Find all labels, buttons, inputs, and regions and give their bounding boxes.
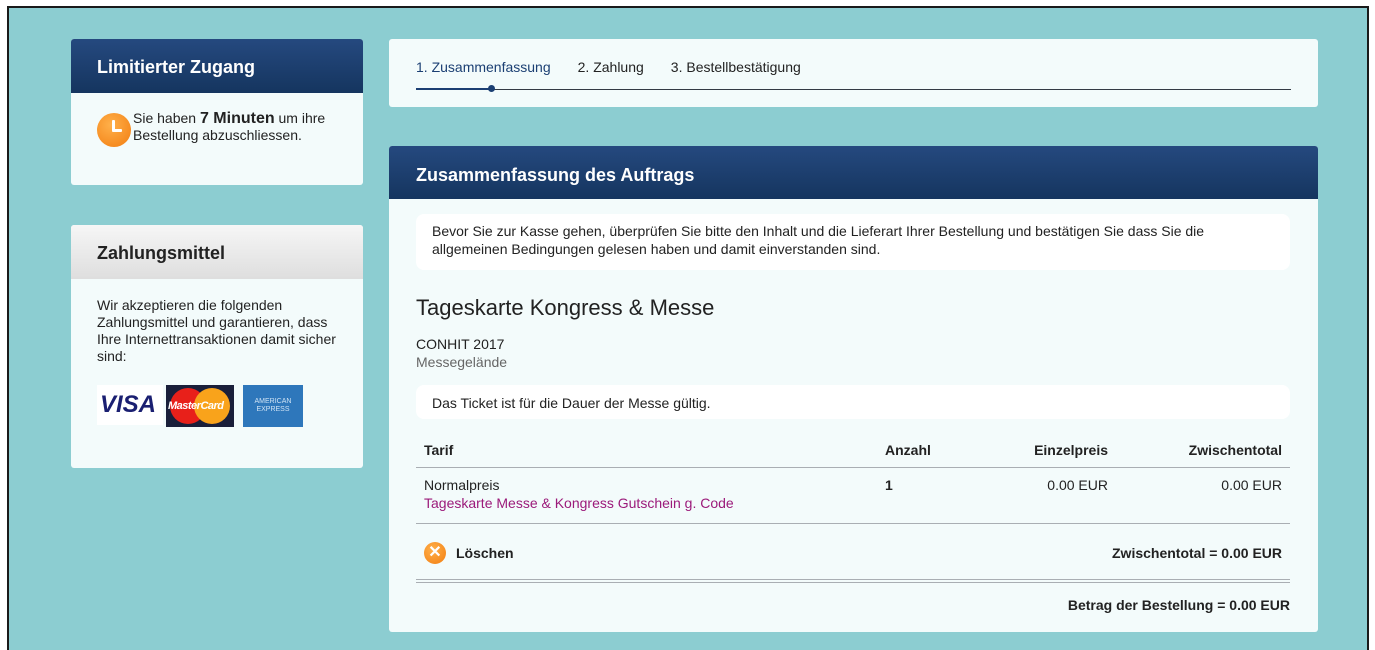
mastercard-logo: MasterCard bbox=[166, 385, 234, 427]
row-zwischentotal: 0.00 EUR bbox=[1221, 477, 1282, 493]
row-coupon: Tageskarte Messe & Kongress Gutschein g.… bbox=[424, 495, 734, 511]
event-name: CONHIT 2017 bbox=[416, 336, 505, 352]
payment-methods-body: Wir akzeptieren die folgenden Zahlungsmi… bbox=[71, 279, 363, 427]
row-tarif: Normalpreis bbox=[424, 477, 500, 493]
steps-active-line bbox=[416, 88, 492, 90]
validity-note: Das Ticket ist für die Dauer der Messe g… bbox=[416, 385, 1290, 419]
venue-name: Messegelände bbox=[416, 354, 508, 370]
table-divider bbox=[416, 467, 1290, 468]
steps-progress-line bbox=[416, 89, 1291, 90]
header-anzahl: Anzahl bbox=[885, 442, 931, 458]
header-einzelpreis: Einzelpreis bbox=[1034, 442, 1108, 458]
step-confirmation: 3. Bestellbestätigung bbox=[670, 59, 801, 75]
delete-button[interactable]: Löschen bbox=[456, 545, 514, 561]
header-tarif: Tarif bbox=[424, 442, 454, 458]
order-summary-panel: Zusammenfassung des Auftrags Bevor Sie z… bbox=[389, 146, 1318, 632]
total-divider bbox=[416, 579, 1290, 583]
time-remaining: 7 Minuten bbox=[199, 110, 275, 127]
amex-logo: AMERICAN EXPRESS bbox=[243, 385, 303, 427]
row-einzelpreis: 0.00 EUR bbox=[1047, 477, 1108, 493]
payment-methods-title: Zahlungsmittel bbox=[71, 225, 363, 279]
order-summary-title: Zusammenfassung des Auftrags bbox=[389, 146, 1318, 199]
step-payment: 2. Zahlung bbox=[577, 59, 644, 75]
payment-methods-panel: Zahlungsmittel Wir akzeptieren die folge… bbox=[71, 225, 363, 468]
order-total: Betrag der Bestellung = 0.00 EUR bbox=[1067, 597, 1290, 613]
checkout-steps: 1. Zusammenfassung 2. Zahlung 3. Bestell… bbox=[389, 39, 1318, 107]
step-summary[interactable]: 1. Zusammenfassung bbox=[416, 59, 551, 75]
time-text-before: Sie haben bbox=[133, 110, 200, 126]
table-divider bbox=[416, 523, 1290, 524]
limited-access-title: Limitierter Zugang bbox=[71, 39, 363, 93]
visa-logo: VISA bbox=[97, 385, 163, 425]
limited-access-body: Sie haben 7 Minuten um ihre Bestellung a… bbox=[71, 93, 363, 147]
close-icon[interactable]: ✕ bbox=[424, 542, 446, 564]
limited-access-panel: Limitierter Zugang Sie haben 7 Minuten u… bbox=[71, 39, 363, 185]
ticket-title: Tageskarte Kongress & Messe bbox=[416, 295, 715, 320]
steps-progress-dot bbox=[488, 85, 495, 92]
subtotal-text: Zwischentotal = 0.00 EUR bbox=[1112, 545, 1282, 561]
header-zwischentotal: Zwischentotal bbox=[1188, 442, 1282, 458]
row-anzahl: 1 bbox=[885, 477, 893, 493]
intro-note: Bevor Sie zur Kasse gehen, überprüfen Si… bbox=[416, 214, 1290, 270]
card-logos: VISA MasterCard AMERICAN EXPRESS bbox=[97, 385, 337, 427]
clock-icon bbox=[97, 113, 131, 147]
payment-methods-text: Wir akzeptieren die folgenden Zahlungsmi… bbox=[97, 297, 336, 364]
